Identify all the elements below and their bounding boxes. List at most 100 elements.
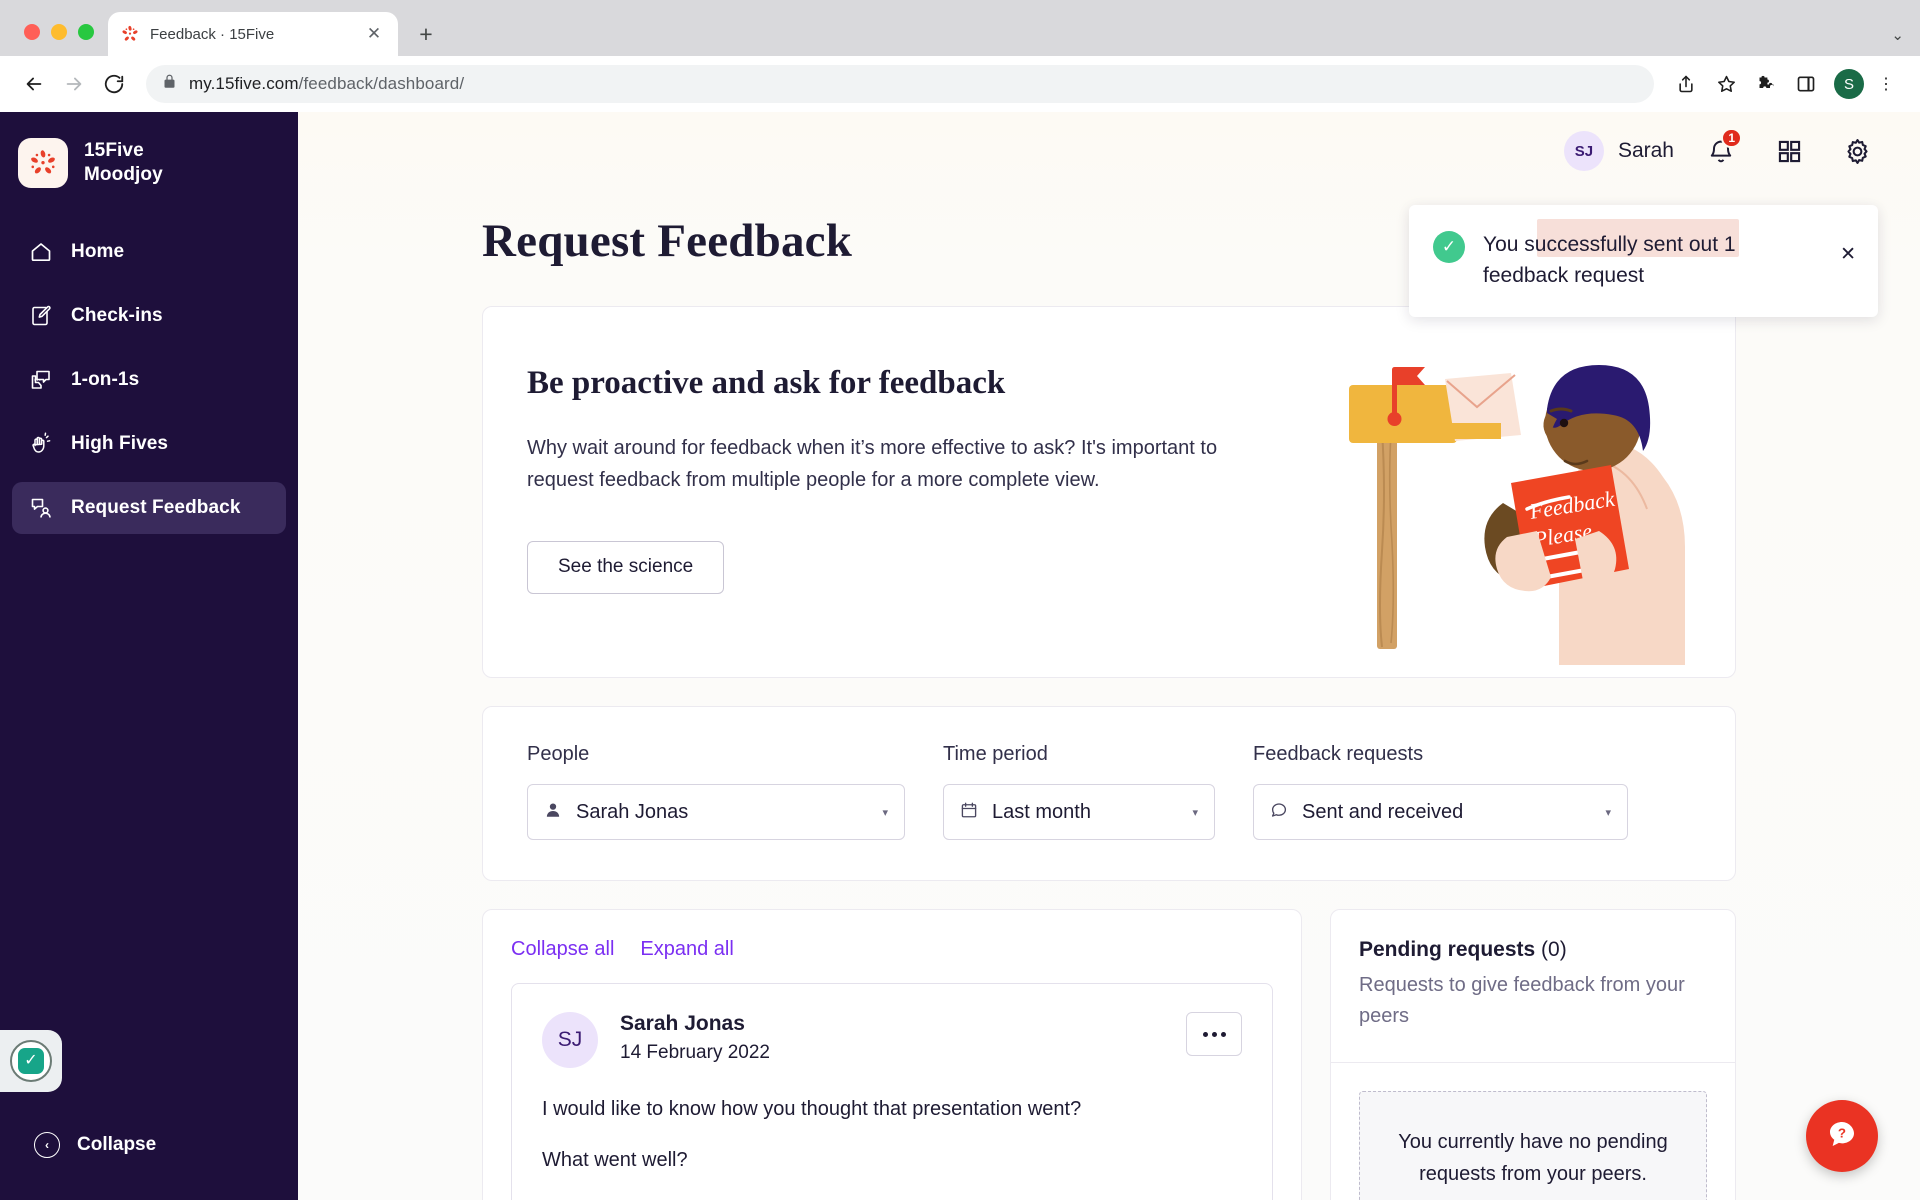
chevron-left-circle-icon: ‹ bbox=[34, 1132, 60, 1158]
sidebar-item-request-feedback[interactable]: Request Feedback bbox=[12, 482, 286, 534]
notifications-button[interactable]: 1 bbox=[1700, 128, 1742, 172]
url-text: my.15five.com/feedback/dashboard/ bbox=[189, 74, 464, 94]
sidebar-item-label: High Fives bbox=[71, 433, 169, 454]
brand-line-2: Moodjoy bbox=[84, 164, 163, 185]
url-host: my.15five.com bbox=[189, 74, 299, 93]
pending-requests-subtitle: Requests to give feedback from your peer… bbox=[1359, 974, 1685, 1027]
list-actions: Collapse all Expand all bbox=[511, 938, 1273, 961]
chevron-down-icon: ▾ bbox=[1192, 806, 1198, 819]
main-content: SJ Sarah 1 Request Feedback Be proactive… bbox=[298, 112, 1920, 1200]
back-button[interactable] bbox=[16, 66, 52, 102]
see-the-science-button[interactable]: See the science bbox=[527, 540, 725, 594]
extensions-puzzle-icon[interactable] bbox=[1748, 66, 1784, 102]
filter-people: People Sarah Jonas ▾ bbox=[527, 743, 905, 840]
tab-list-chevron-icon[interactable]: ⌄ bbox=[1891, 26, 1904, 44]
kebab-menu-icon[interactable] bbox=[1186, 1012, 1242, 1056]
sidebar-brand[interactable]: 15Five Moodjoy bbox=[0, 138, 298, 188]
close-window-button[interactable] bbox=[24, 24, 40, 40]
hand-wave-icon bbox=[28, 431, 54, 457]
pending-requests-count: (0) bbox=[1541, 938, 1567, 961]
sidebar-nav: Home Check-ins 1-on-1s High Fives Reques… bbox=[0, 226, 298, 534]
sidebar-collapse-button[interactable]: ‹ Collapse bbox=[0, 1132, 298, 1200]
toast-message: You successfully sent out 1 feedback req… bbox=[1483, 233, 1736, 288]
notification-count-badge: 1 bbox=[1721, 128, 1742, 148]
collapse-label: Collapse bbox=[77, 1134, 157, 1155]
calendar-icon bbox=[960, 801, 978, 824]
help-button[interactable]: ? bbox=[1806, 1100, 1878, 1172]
tab-title: Feedback · 15Five bbox=[150, 25, 275, 43]
chat-bubbles-icon bbox=[28, 367, 54, 393]
close-tab-button[interactable]: ✕ bbox=[362, 22, 386, 46]
accessibility-badge-widget[interactable]: ✓ bbox=[0, 1030, 62, 1092]
filter-feedback-requests: Feedback requests Sent and received ▾ bbox=[1253, 743, 1628, 840]
collapse-all-link[interactable]: Collapse all bbox=[511, 938, 614, 961]
feedback-person-icon bbox=[28, 495, 54, 521]
15five-logo-icon bbox=[18, 138, 68, 188]
pending-requests-panel: Pending requests (0) Requests to give fe… bbox=[1330, 909, 1736, 1200]
content-area: Be proactive and ask for feedback Why wa… bbox=[298, 268, 1920, 1200]
forward-button[interactable] bbox=[56, 66, 92, 102]
lock-icon bbox=[162, 74, 177, 94]
close-toast-button[interactable]: ✕ bbox=[1840, 243, 1856, 266]
pending-requests-title-text: Pending requests bbox=[1359, 938, 1536, 961]
bookmark-star-icon[interactable] bbox=[1708, 66, 1744, 102]
sidebar-item-label: 1-on-1s bbox=[71, 369, 140, 390]
success-toast: ✓ You successfully sent out 1 feedback r… bbox=[1409, 205, 1878, 318]
user-menu[interactable]: SJ Sarah bbox=[1563, 131, 1674, 171]
chevron-down-icon: ▾ bbox=[882, 806, 888, 819]
chevron-down-icon: ▾ bbox=[1605, 806, 1611, 819]
hero-heading: Be proactive and ask for feedback bbox=[527, 365, 1006, 401]
time-period-select-value: Last month bbox=[992, 800, 1091, 823]
side-panel-icon[interactable] bbox=[1788, 66, 1824, 102]
brand-line-1: 15Five bbox=[84, 139, 144, 161]
pending-requests-empty-state: You currently have no pending requests f… bbox=[1359, 1091, 1707, 1200]
new-tab-button[interactable]: + bbox=[408, 16, 444, 52]
people-select-value: Sarah Jonas bbox=[576, 800, 689, 823]
apps-grid-button[interactable] bbox=[1768, 130, 1810, 172]
home-icon bbox=[28, 239, 54, 265]
svg-text:?: ? bbox=[1838, 1125, 1846, 1140]
sidebar-item-1-on-1s[interactable]: 1-on-1s bbox=[12, 354, 286, 406]
minimize-window-button[interactable] bbox=[51, 24, 67, 40]
pending-requests-title: Pending requests (0) bbox=[1359, 938, 1707, 962]
success-check-icon: ✓ bbox=[1433, 231, 1465, 263]
sidebar-bottom: ✓ ‹ Collapse bbox=[0, 1030, 298, 1200]
hero-text-block: Be proactive and ask for feedback Why wa… bbox=[527, 351, 1335, 677]
hero-card: Be proactive and ask for feedback Why wa… bbox=[482, 306, 1736, 678]
browser-menu-button[interactable]: ⋮ bbox=[1868, 66, 1904, 102]
feedback-requests-select[interactable]: Sent and received ▾ bbox=[1253, 784, 1628, 840]
person-icon bbox=[544, 801, 562, 824]
feedback-requests-select-value: Sent and received bbox=[1302, 800, 1464, 823]
maximize-window-button[interactable] bbox=[78, 24, 94, 40]
people-select[interactable]: Sarah Jonas ▾ bbox=[527, 784, 905, 840]
avatar: SJ bbox=[1563, 131, 1604, 171]
filter-time-period: Time period Last month ▾ bbox=[943, 743, 1215, 840]
filter-label: Feedback requests bbox=[1253, 743, 1424, 765]
sidebar-item-label: Request Feedback bbox=[71, 497, 241, 518]
reload-button[interactable] bbox=[96, 66, 132, 102]
url-path: /feedback/dashboard/ bbox=[298, 74, 465, 93]
browser-tab[interactable]: Feedback · 15Five ✕ bbox=[108, 12, 398, 56]
user-name: Sarah bbox=[1617, 139, 1674, 162]
share-icon[interactable] bbox=[1668, 66, 1704, 102]
hero-body: Why wait around for feedback when it’s m… bbox=[527, 437, 1218, 492]
browser-profile-avatar[interactable]: S bbox=[1834, 69, 1864, 99]
comment-icon bbox=[1270, 801, 1288, 824]
feedback-date: 14 February 2022 bbox=[620, 1042, 770, 1063]
app-sidebar: 15Five Moodjoy Home Check-ins 1-on-1s Hi… bbox=[0, 112, 298, 1200]
check-glyph: ✓ bbox=[18, 1048, 44, 1074]
app-topbar: SJ Sarah 1 bbox=[298, 112, 1920, 190]
browser-window: Feedback · 15Five ✕ + ⌄ my.15five.com/fe… bbox=[0, 0, 1920, 1200]
mailbox-person-feedback-letter-illustration: Feedback Please bbox=[1335, 351, 1735, 677]
toast-message-wrap: You successfully sent out 1 feedback req… bbox=[1483, 219, 1822, 291]
lists-row: Collapse all Expand all SJ Sarah Jonas 1… bbox=[482, 909, 1920, 1200]
time-period-select[interactable]: Last month ▾ bbox=[943, 784, 1215, 840]
sidebar-item-home[interactable]: Home bbox=[12, 226, 286, 278]
settings-gear-button[interactable] bbox=[1836, 130, 1878, 172]
sidebar-item-high-fives[interactable]: High Fives bbox=[12, 418, 286, 470]
address-bar[interactable]: my.15five.com/feedback/dashboard/ bbox=[146, 65, 1654, 103]
expand-all-link[interactable]: Expand all bbox=[640, 938, 733, 961]
sidebar-item-check-ins[interactable]: Check-ins bbox=[12, 290, 286, 342]
feedback-question: I would like to know how you thought tha… bbox=[542, 1098, 1082, 1120]
feedback-author-name: Sarah Jonas bbox=[620, 1012, 745, 1035]
